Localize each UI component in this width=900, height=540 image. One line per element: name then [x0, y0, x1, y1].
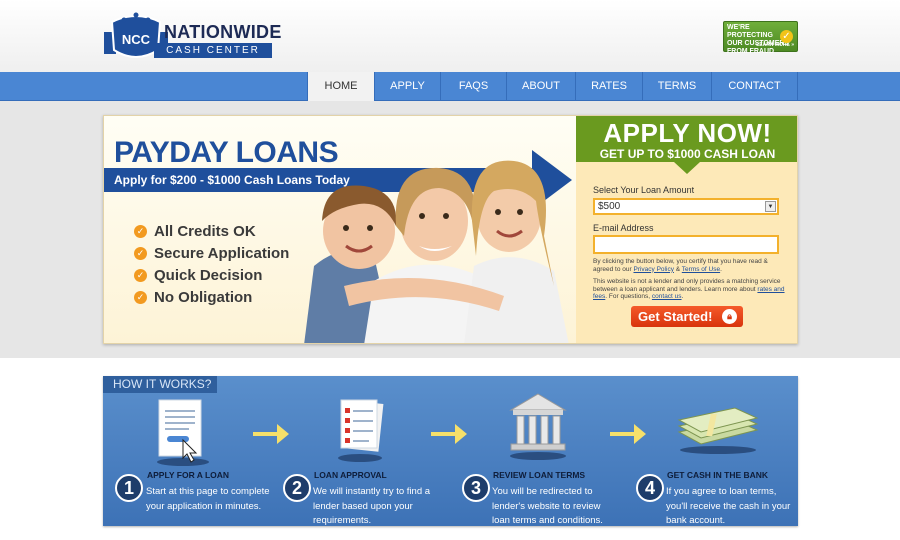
list-item: ✓ No Obligation	[134, 286, 289, 308]
consent-text-part: &	[673, 265, 682, 273]
email-field[interactable]	[593, 235, 779, 254]
get-started-label: Get Started!	[638, 309, 713, 324]
terms-of-use-link[interactable]: Terms of Use	[682, 266, 720, 273]
cash-stack-icon	[677, 407, 759, 454]
document-click-icon	[157, 399, 209, 466]
step-title: APPLY FOR A LOAN	[147, 470, 230, 480]
benefit-list: ✓ All Credits OK ✓ Secure Application ✓ …	[134, 220, 289, 308]
contact-us-link[interactable]: contact us	[652, 293, 682, 300]
fraud-protection-badge[interactable]: WE'RE PROTECTING OUR CUSTOMERS FROM FRAU…	[723, 21, 798, 55]
arrow-right-icon	[253, 424, 289, 444]
step-number: 4	[636, 474, 664, 502]
chevron-down-icon[interactable]: ▼	[765, 201, 776, 212]
check-bullet-icon: ✓	[134, 246, 147, 260]
nav-items: HOME APPLY FAQS ABOUT RATES TERMS CONTAC…	[307, 72, 798, 101]
step-description: Start at this page to complete your appl…	[146, 486, 270, 512]
step-number: 3	[462, 474, 490, 502]
step-number: 2	[283, 474, 311, 502]
step-description: You will be redirected to lender's websi…	[492, 486, 603, 526]
how-it-works-tab: HOW IT WORKS?	[103, 376, 217, 393]
family-photo	[304, 160, 569, 343]
step-number: 1	[115, 474, 143, 502]
step-description: We will instantly try to find a lender b…	[313, 486, 431, 526]
apply-heading: APPLY NOW!	[603, 118, 772, 148]
bank-icon	[509, 393, 567, 460]
benefit-label: Secure Application	[154, 244, 290, 262]
nav-item-terms[interactable]: TERMS	[642, 72, 711, 101]
step-description: If you agree to loan terms, you'll recei…	[666, 486, 791, 526]
get-started-button[interactable]: Get Started! 🔒︎	[631, 306, 743, 327]
brand-subtitle: CASH CENTER	[154, 43, 272, 58]
loan-amount-select[interactable]: $500 ▼	[593, 198, 779, 215]
hero-banner: PAYDAY LOANS Apply for $200 - $1000 Cash…	[103, 115, 798, 344]
nav-item-apply[interactable]: APPLY	[374, 72, 440, 101]
privacy-policy-link[interactable]: Privacy Policy	[633, 266, 673, 273]
arrow-right-icon	[431, 424, 467, 444]
check-bullet-icon: ✓	[134, 224, 147, 238]
disclaimer-text-part: .	[681, 293, 684, 300]
nav-item-home[interactable]: HOME	[307, 72, 374, 101]
nav-item-contact[interactable]: CONTACT	[711, 72, 798, 101]
apply-tagline: GET UP TO $1000 CASH LOAN	[599, 147, 776, 161]
nav-item-faqs[interactable]: FAQS	[440, 72, 506, 101]
main-nav: HOME APPLY FAQS ABOUT RATES TERMS CONTAC…	[0, 72, 900, 101]
step-title: GET CASH IN THE BANK	[667, 470, 769, 480]
consent-text-part: .	[720, 265, 722, 273]
email-label: E-mail Address	[593, 223, 654, 233]
step-title: REVIEW LOAN TERMS	[493, 470, 586, 480]
loan-amount-label: Select Your Loan Amount	[593, 185, 695, 195]
fraud-badge-line: FROM FRAUD	[727, 48, 775, 55]
how-it-works-section: HOW IT WORKS? 1 APPLY FOR A LOAN Start a…	[103, 376, 798, 526]
consent-text: By clicking the button below, you certif…	[593, 258, 788, 273]
benefit-label: All Credits OK	[154, 222, 256, 240]
disclaimer-text-part: . For questions,	[605, 293, 652, 300]
benefit-label: Quick Decision	[154, 266, 263, 284]
nav-item-rates[interactable]: RATES	[575, 72, 642, 101]
list-item: ✓ All Credits OK	[134, 220, 289, 242]
logo-initials: NCC	[122, 32, 151, 47]
list-item: ✓ Secure Application	[134, 242, 289, 264]
loan-amount-value: $500	[598, 201, 621, 212]
arrow-right-icon	[610, 424, 646, 444]
disclaimer-text-part: This website is not a lender and only pr…	[593, 278, 781, 293]
benefit-label: No Obligation	[154, 288, 253, 306]
check-bullet-icon: ✓	[134, 268, 147, 282]
checklist-icon	[338, 399, 384, 462]
step-title: LOAN APPROVAL	[314, 470, 387, 480]
nav-item-about[interactable]: ABOUT	[506, 72, 575, 101]
site-logo[interactable]: NCC NATIONWIDE CASH CENTER	[102, 8, 281, 66]
site-header: NCC NATIONWIDE CASH CENTER WE'RE PROTECT…	[0, 0, 900, 72]
check-icon: ✓	[780, 30, 793, 43]
brand-name: NATIONWIDE	[164, 22, 282, 42]
disclaimer-text: This website is not a lender and only pr…	[593, 278, 788, 301]
lock-icon: 🔒︎	[722, 309, 737, 324]
apply-panel: APPLY NOW! GET UP TO $1000 CASH LOAN Sel…	[576, 116, 797, 343]
list-item: ✓ Quick Decision	[134, 264, 289, 286]
check-bullet-icon: ✓	[134, 290, 147, 304]
